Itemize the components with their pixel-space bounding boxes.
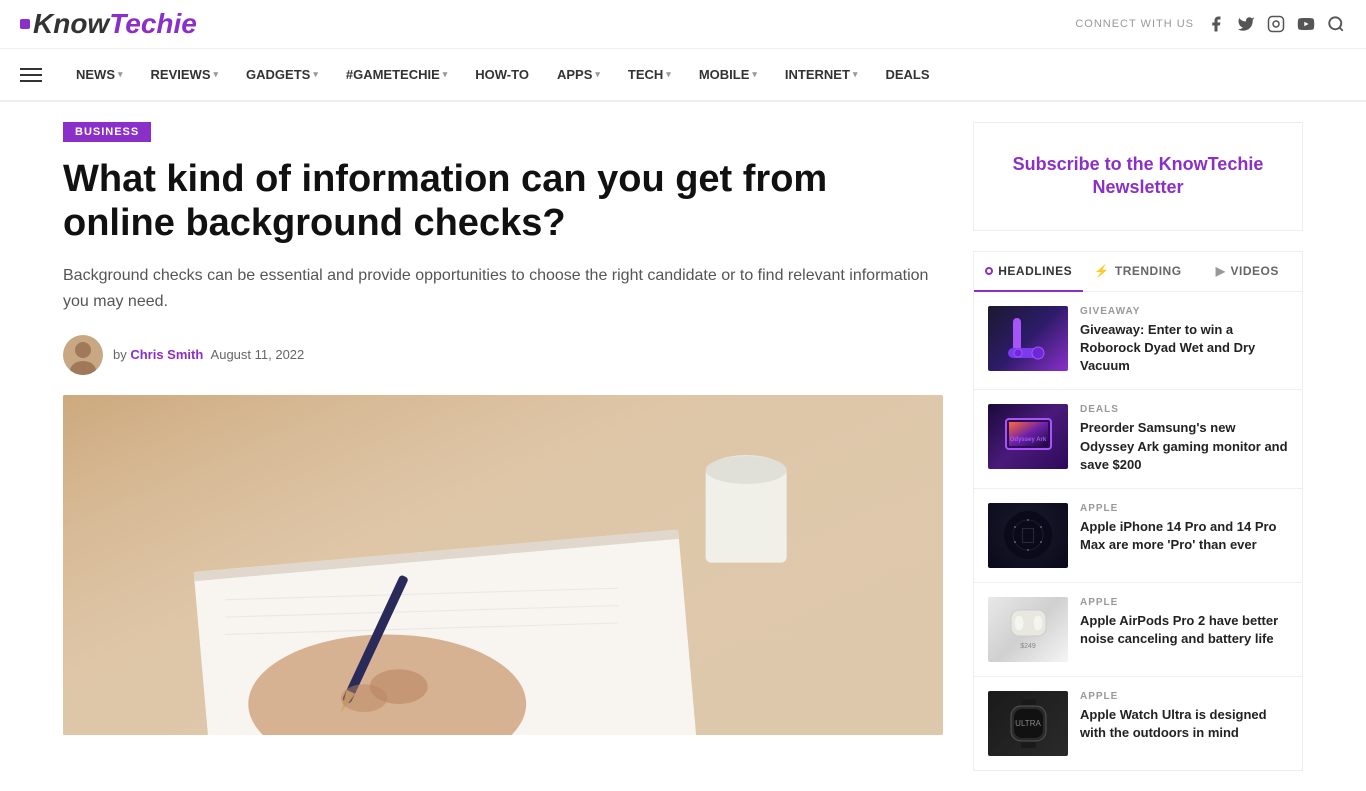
logo-know: Know (33, 8, 109, 40)
play-icon: ▶ (1216, 264, 1226, 278)
news-title-watch[interactable]: Apple Watch Ultra is designed with the o… (1080, 706, 1288, 742)
nav-reviews[interactable]: REVIEWS ▾ (137, 49, 233, 100)
nav-tech[interactable]: TECH ▾ (614, 49, 685, 100)
tabs-header: HEADLINES ⚡ TRENDING ▶ VIDEOS (974, 252, 1302, 292)
news-content-iphone: APPLE Apple iPhone 14 Pro and 14 Pro Max… (1080, 503, 1288, 554)
article-title: What kind of information can you get fro… (63, 158, 943, 245)
news-content-airpods: APPLE Apple AirPods Pro 2 have better no… (1080, 597, 1288, 648)
nav-gadgets[interactable]: GADGETS ▾ (232, 49, 332, 100)
connect-text: CONNECT WITH US (1075, 18, 1194, 30)
news-item-iphone:  APPLE Apple iPhone 14 Pro and 14 Pro M… (974, 489, 1302, 583)
nav-news-arrow: ▾ (118, 69, 123, 80)
news-title-iphone[interactable]: Apple iPhone 14 Pro and 14 Pro Max are m… (1080, 518, 1288, 554)
article-main: BUSINESS What kind of information can yo… (63, 122, 943, 771)
hamburger-menu[interactable] (20, 58, 42, 92)
youtube-icon[interactable] (1296, 14, 1316, 34)
newsletter-box: Subscribe to the KnowTechie Newsletter (973, 122, 1303, 231)
sidebar: Subscribe to the KnowTechie Newsletter H… (973, 122, 1303, 771)
tabs-container: HEADLINES ⚡ TRENDING ▶ VIDEOS (973, 251, 1303, 771)
newsletter-title: Subscribe to the KnowTechie Newsletter (994, 153, 1282, 200)
author-meta: by Chris Smith August 11, 2022 (113, 347, 304, 362)
logo-techie: Techie (109, 8, 197, 40)
headlines-dot-icon (985, 267, 993, 275)
news-item-watch: ULTRA APPLE Apple Watch Ultra is designe… (974, 677, 1302, 770)
article-featured-image (63, 395, 943, 735)
news-thumb-iphone:  (988, 503, 1068, 568)
svg-text:$249: $249 (1020, 643, 1036, 650)
svg-text::  (1020, 523, 1037, 548)
svg-text:ULTRA: ULTRA (1015, 719, 1041, 728)
logo[interactable]: Know Techie (20, 8, 197, 40)
news-content-giveaway: GIVEAWAY Giveaway: Enter to win a Roboro… (1080, 306, 1288, 376)
nav-apps[interactable]: APPS ▾ (543, 49, 614, 100)
nav-mobile[interactable]: MOBILE ▾ (685, 49, 771, 100)
nav-apps-arrow: ▾ (595, 69, 600, 80)
article-date: August 11, 2022 (211, 347, 305, 362)
news-title-giveaway[interactable]: Giveaway: Enter to win a Roborock Dyad W… (1080, 321, 1288, 376)
tab-videos-label: VIDEOS (1231, 264, 1279, 278)
nav-news[interactable]: NEWS ▾ (62, 49, 137, 100)
instagram-icon[interactable] (1266, 14, 1286, 34)
header-right: CONNECT WITH US (1075, 14, 1346, 34)
news-category-deals: DEALS (1080, 404, 1288, 415)
tab-headlines[interactable]: HEADLINES (974, 252, 1083, 292)
news-title-airpods[interactable]: Apple AirPods Pro 2 have better noise ca… (1080, 612, 1288, 648)
author-name[interactable]: Chris Smith (130, 347, 203, 362)
tab-videos[interactable]: ▶ VIDEOS (1193, 252, 1302, 291)
nav-tech-arrow: ▾ (666, 69, 671, 80)
news-thumb-watch: ULTRA (988, 691, 1068, 756)
news-content-deals: DEALS Preorder Samsung's new Odyssey Ark… (1080, 404, 1288, 474)
news-content-watch: APPLE Apple Watch Ultra is designed with… (1080, 691, 1288, 742)
category-badge[interactable]: BUSINESS (63, 122, 151, 142)
author-row: by Chris Smith August 11, 2022 (63, 335, 943, 375)
facebook-icon[interactable] (1206, 14, 1226, 34)
main-container: BUSINESS What kind of information can yo… (43, 102, 1323, 791)
news-item-airpods: $249 APPLE Apple AirPods Pro 2 have bett… (974, 583, 1302, 677)
nav-reviews-arrow: ▾ (214, 69, 219, 80)
news-item-giveaway: GIVEAWAY Giveaway: Enter to win a Roboro… (974, 292, 1302, 391)
svg-text:Odyssey Ark: Odyssey Ark (1009, 437, 1046, 443)
news-thumb-deals: Odyssey Ark (988, 404, 1068, 469)
news-title-deals[interactable]: Preorder Samsung's new Odyssey Ark gamin… (1080, 419, 1288, 474)
author-by: by (113, 347, 130, 362)
author-avatar (63, 335, 103, 375)
lightning-icon: ⚡ (1094, 264, 1109, 278)
twitter-icon[interactable] (1236, 14, 1256, 34)
nav-internet[interactable]: INTERNET ▾ (771, 49, 872, 100)
nav-gametechie-arrow: ▾ (443, 69, 448, 80)
social-icons (1206, 14, 1346, 34)
news-thumb-airpods: $249 (988, 597, 1068, 662)
nav-mobile-arrow: ▾ (752, 69, 757, 80)
news-category-watch: APPLE (1080, 691, 1288, 702)
news-category-iphone: APPLE (1080, 503, 1288, 514)
tab-trending-label: TRENDING (1115, 264, 1182, 278)
tab-trending[interactable]: ⚡ TRENDING (1083, 252, 1192, 291)
nav-gametechie[interactable]: #GAMETECHIE ▾ (332, 49, 461, 100)
navigation: NEWS ▾ REVIEWS ▾ GADGETS ▾ #GAMETECHIE ▾… (0, 49, 1366, 102)
news-category-airpods: APPLE (1080, 597, 1288, 608)
article-excerpt: Background checks can be essential and p… (63, 263, 943, 314)
header: Know Techie CONNECT WITH US (0, 0, 1366, 49)
nav-deals[interactable]: DEALS (871, 49, 943, 100)
search-icon[interactable] (1326, 14, 1346, 34)
news-category-giveaway: GIVEAWAY (1080, 306, 1288, 317)
news-item-deals: Odyssey Ark DEALS Preorder Samsung's new… (974, 390, 1302, 489)
nav-howto[interactable]: HOW-TO (461, 49, 543, 100)
nav-gadgets-arrow: ▾ (313, 69, 318, 80)
news-thumb-giveaway (988, 306, 1068, 371)
tab-headlines-label: HEADLINES (998, 264, 1072, 278)
nav-internet-arrow: ▾ (853, 69, 858, 80)
